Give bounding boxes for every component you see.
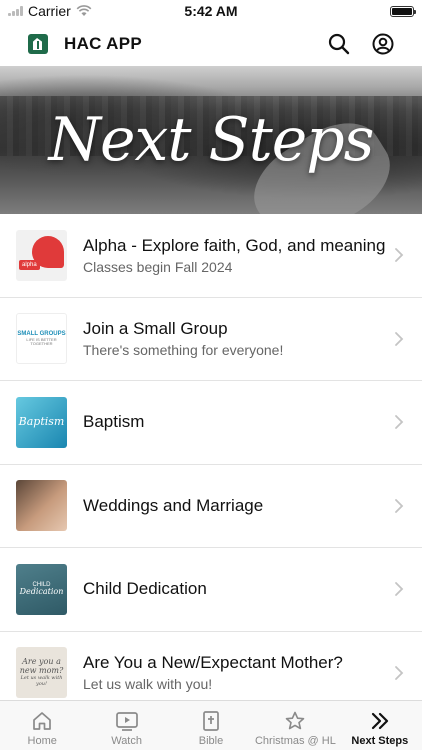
hero-banner: Next Steps [0, 66, 422, 214]
chevron-right-icon [395, 415, 404, 430]
chevron-right-icon [395, 331, 404, 346]
app-header: HAC APP [0, 22, 422, 66]
list-item-child-dedication[interactable]: CHILD Dedication Child Dedication [0, 548, 422, 632]
small-groups-thumbnail: SMALL GROUPS LIFE IS BETTER TOGETHER [16, 313, 67, 365]
play-icon [115, 712, 138, 731]
app-logo-icon [28, 34, 48, 54]
bible-icon [203, 711, 219, 731]
search-icon[interactable] [328, 33, 350, 55]
list-item-baptism[interactable]: Baptism Baptism [0, 381, 422, 465]
home-icon [33, 712, 52, 730]
double-chevron-icon [371, 712, 388, 730]
star-icon [286, 711, 305, 730]
item-title: Alpha - Explore faith, God, and meaning [83, 235, 386, 255]
battery-icon [390, 5, 416, 17]
chevron-right-icon [395, 248, 404, 263]
tab-watch[interactable]: Watch [84, 701, 168, 750]
item-title: Join a Small Group [83, 319, 228, 339]
header-actions [328, 33, 394, 55]
tab-home[interactable]: Home [0, 701, 84, 750]
status-time: 5:42 AM [184, 3, 238, 19]
hero-title: Next Steps [48, 105, 375, 175]
item-title: Child Dedication [83, 579, 207, 599]
list-item-small-group[interactable]: SMALL GROUPS LIFE IS BETTER TOGETHER Joi… [0, 298, 422, 381]
signal-icon [8, 6, 23, 16]
tab-christmas[interactable]: Christmas @ HL [253, 701, 337, 750]
item-title: Weddings and Marriage [83, 495, 264, 515]
tab-bible[interactable]: Bible [169, 701, 253, 750]
alpha-thumbnail: alpha [16, 229, 67, 281]
item-subtitle: Let us walk with you! [83, 676, 213, 693]
item-subtitle: Classes begin Fall 2024 [83, 258, 233, 275]
weddings-thumbnail [16, 480, 67, 532]
tab-bar: Home Watch Bible Christmas @ HL Next Ste… [0, 700, 422, 750]
baptism-thumbnail: Baptism [16, 396, 67, 448]
tab-next-steps[interactable]: Next Steps [338, 701, 422, 750]
wifi-icon [76, 5, 92, 16]
status-bar: Carrier 5:42 AM [0, 0, 422, 22]
item-title: Baptism [83, 412, 145, 432]
chevron-right-icon [395, 582, 404, 597]
status-left: Carrier [8, 3, 92, 19]
app-title: HAC APP [64, 34, 142, 53]
next-steps-list: alpha Alpha - Explore faith, God, and me… [0, 214, 422, 700]
item-title: Are You a New/Expectant Mother? [83, 653, 343, 673]
carrier-label: Carrier [28, 3, 71, 19]
list-item-new-mother[interactable]: Are you a new mom? Let us walk with you!… [0, 632, 422, 701]
list-item-weddings[interactable]: Weddings and Marriage [0, 465, 422, 548]
new-mother-thumbnail: Are you a new mom? Let us walk with you! [16, 647, 67, 699]
item-subtitle: There's something for everyone! [83, 342, 284, 359]
chevron-right-icon [395, 665, 404, 680]
account-icon[interactable] [372, 33, 394, 55]
chevron-right-icon [395, 498, 404, 513]
child-dedication-thumbnail: CHILD Dedication [16, 563, 67, 615]
list-item-alpha[interactable]: alpha Alpha - Explore faith, God, and me… [0, 214, 422, 298]
